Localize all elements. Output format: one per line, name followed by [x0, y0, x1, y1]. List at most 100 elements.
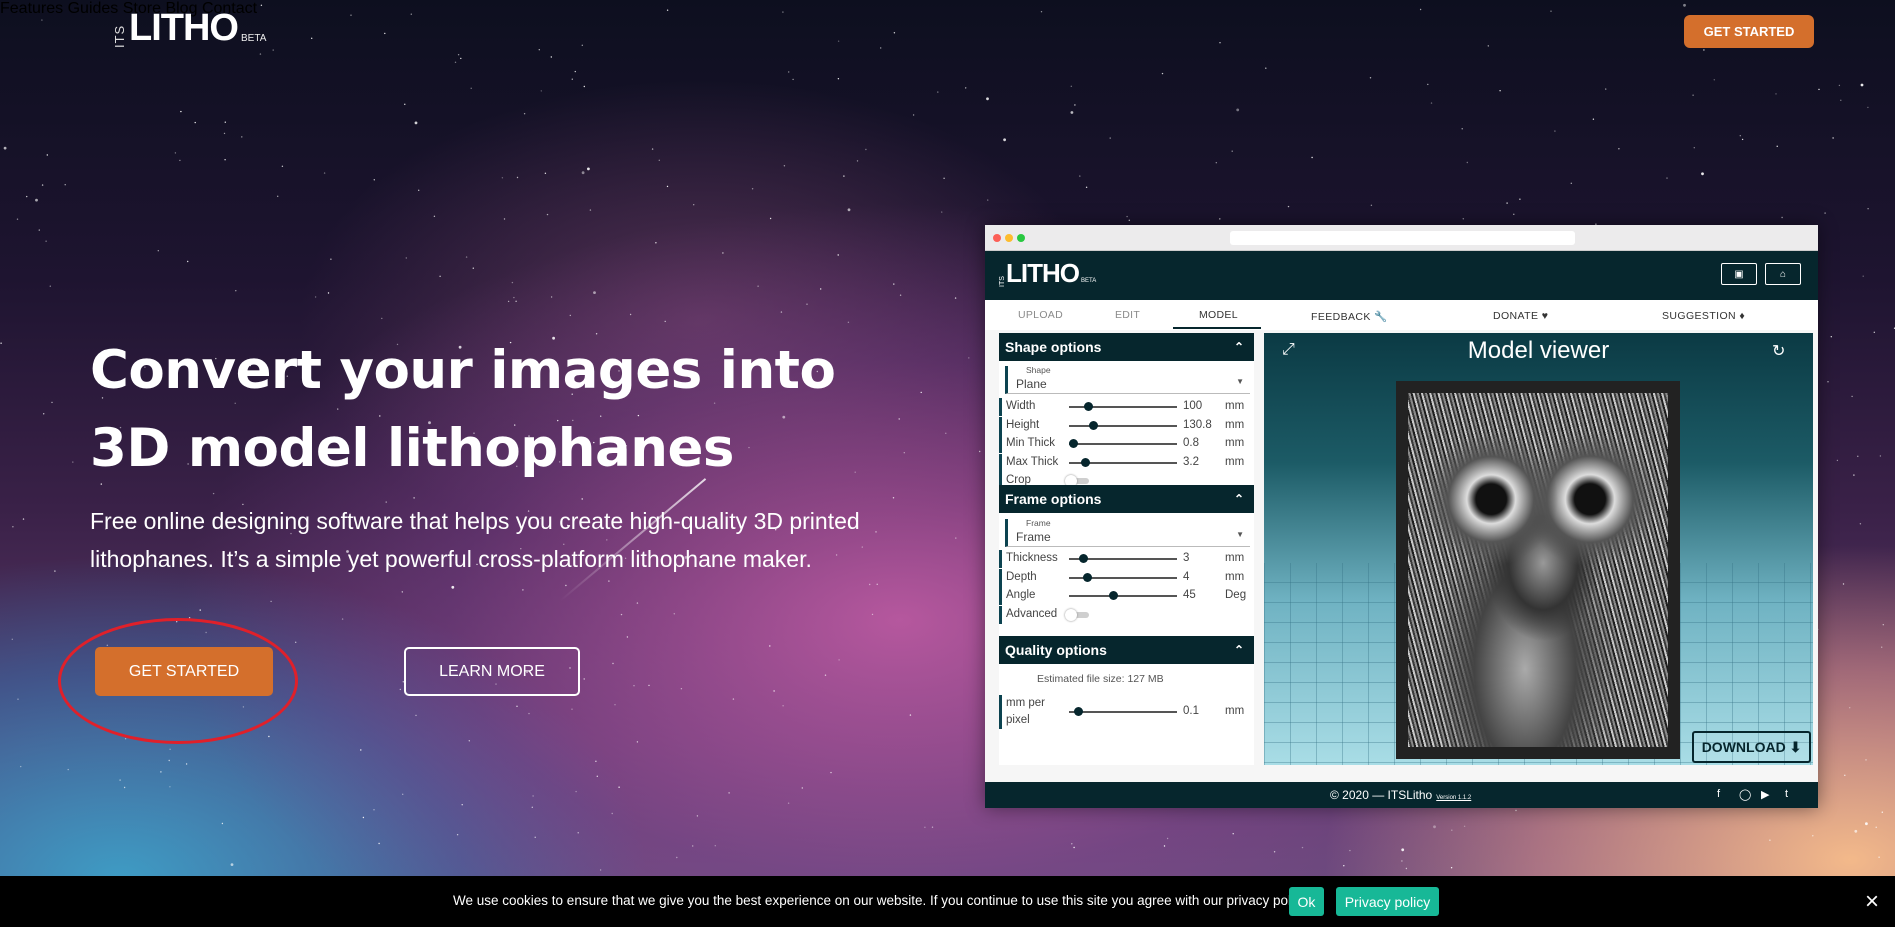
param-label: mm per pixel: [1006, 697, 1045, 726]
suggestion-label: SUGGESTION: [1662, 310, 1737, 322]
shape-value: Plane: [1016, 377, 1047, 391]
tab-edit: EDIT: [1115, 309, 1141, 321]
model-viewer: Model viewer ⤢ ↻ DOWNLOAD ⬇: [1264, 333, 1813, 765]
site-header: ITS LITHO BETA Features Guides Store Blo…: [0, 0, 1895, 62]
row-accent: [999, 550, 1002, 568]
row-accent: [999, 568, 1002, 587]
param-unit: mm: [1225, 455, 1245, 468]
instagram-icon: ◯: [1739, 789, 1752, 801]
download-icon: ⬇: [1789, 738, 1802, 755]
slider-knob: [1083, 572, 1092, 582]
collapse-icon: ⌃: [1233, 643, 1244, 657]
param-row: Thickness 3 mm: [999, 550, 1254, 568]
app-logo: ITS LITHO BETA: [999, 259, 1096, 287]
shape-select: Shape Plane ▼: [1005, 365, 1250, 394]
model-viewer-title: Model viewer: [1467, 337, 1610, 364]
logo-litho: LITHO: [129, 7, 239, 49]
row-accent: [999, 398, 1002, 416]
cookie-ok-button[interactable]: Ok: [1289, 887, 1324, 916]
app-footer: © 2020 — ITSLitho Version 1.1.2 f ◯ ▶ t: [985, 782, 1818, 808]
feedback-link: FEEDBACK 🔧: [1311, 310, 1388, 323]
toggle-row: Advanced: [999, 605, 1254, 624]
main-menu: Features Guides Store Blog Contact: [0, 0, 1895, 18]
cookie-message: We use cookies to ensure that we give yo…: [453, 893, 1311, 908]
logo-its: ITS: [112, 24, 127, 48]
param-label: Min Thick: [1006, 437, 1055, 449]
param-unit: mm: [1225, 418, 1245, 431]
slider-track: [1069, 443, 1177, 445]
maximize-dot: [1017, 234, 1025, 242]
slider-track: [1069, 711, 1177, 713]
param-label: Width: [1006, 400, 1036, 412]
home-icon: ⌂: [1765, 263, 1801, 285]
app-body: Shape options ⌃ Shape Plane ▼ Width 100 mm H…: [985, 330, 1818, 782]
copyright-text: © 2020 — ITSLitho: [1330, 788, 1433, 802]
shape-options-header: Shape options ⌃: [999, 333, 1254, 361]
twitter-icon: t: [1785, 788, 1789, 800]
shape-options-title: Shape options: [1005, 339, 1102, 355]
download-label: DOWNLOAD: [1701, 739, 1786, 755]
highlight-circle: [58, 618, 298, 744]
app-header: ITS LITHO BETA ▣ ⌂: [985, 251, 1818, 300]
param-label: Max Thick: [1006, 455, 1059, 468]
feedback-label: FEEDBACK: [1311, 311, 1371, 323]
cookie-banner: We use cookies to ensure that we give yo…: [0, 876, 1895, 927]
privacy-policy-button[interactable]: Privacy policy: [1336, 887, 1439, 916]
slider-knob: [1069, 439, 1078, 448]
tab-model: MODEL: [1199, 309, 1238, 321]
param-label: Angle: [1006, 589, 1036, 601]
lightbulb-icon: ♦: [1739, 310, 1746, 322]
param-label: Depth: [1006, 570, 1037, 583]
hero-subtitle: Free online designing software that help…: [90, 508, 860, 572]
slider-knob: [1079, 554, 1088, 563]
expand-icon: ⤢: [1282, 341, 1295, 358]
param-value: 4: [1183, 570, 1190, 583]
slider-knob: [1109, 591, 1118, 600]
close-icon[interactable]: ×: [1865, 888, 1879, 916]
donate-link: DONATE ♥: [1493, 310, 1548, 322]
logo-beta: BETA: [240, 33, 267, 44]
header-get-started-button[interactable]: GET STARTED: [1684, 15, 1814, 48]
tab-upload: UPLOAD: [1018, 309, 1063, 321]
settings-icon: ▣: [1721, 263, 1757, 285]
row-accent: [999, 605, 1002, 624]
nav-guides[interactable]: Guides: [68, 0, 119, 17]
param-unit: mm: [1225, 570, 1245, 583]
site-logo[interactable]: ITS LITHO BETA: [112, 8, 266, 48]
close-dot: [993, 234, 1001, 242]
collapse-icon: ⌃: [1233, 340, 1244, 354]
nav-features[interactable]: Features: [0, 0, 63, 17]
param-row: Min Thick 0.8 mm: [999, 435, 1254, 453]
lithophane-model: [1396, 381, 1680, 759]
youtube-icon: ▶: [1761, 789, 1770, 801]
frame-value: Frame: [1016, 530, 1051, 544]
param-label: Thickness: [1006, 552, 1058, 564]
param-row: mm per pixel 0.1 mm: [999, 695, 1254, 729]
frame-caption: Frame: [1026, 518, 1051, 528]
slider-track: [1069, 424, 1177, 427]
toggle-label: Advanced: [1006, 607, 1058, 620]
version-text: Version 1.1.2: [1436, 795, 1472, 801]
app-screenshot-mockup: ITS LITHO BETA ▣ ⌂ UPLOAD EDIT MODEL FEE…: [985, 225, 1818, 808]
app-tabs: UPLOAD EDIT MODEL FEEDBACK 🔧 DONATE ♥ SU…: [985, 300, 1818, 330]
learn-more-button[interactable]: LEARN MORE: [404, 647, 580, 696]
frame-options-title: Frame options: [1005, 491, 1102, 507]
slider-knob: [1074, 707, 1083, 716]
shape-caption: Shape: [1026, 365, 1051, 375]
row-accent: [999, 435, 1002, 453]
slider-knob: [1081, 457, 1090, 467]
slider-knob: [1084, 402, 1093, 411]
param-row: Width 100 mm: [999, 398, 1254, 416]
app-logo-litho: LITHO: [1006, 258, 1080, 288]
active-tab-indicator: [1173, 327, 1261, 329]
heart-icon: ♥: [1541, 310, 1549, 322]
param-value: 3: [1183, 552, 1190, 564]
param-row: Angle 45 Deg: [999, 587, 1254, 605]
refresh-icon: ↻: [1772, 343, 1786, 360]
slider-knob: [1089, 420, 1098, 430]
param-unit: mm: [1225, 400, 1245, 412]
row-accent: [999, 695, 1002, 729]
param-value: 0.8: [1183, 437, 1199, 449]
param-unit: mm: [1225, 437, 1245, 449]
chevron-down-icon: ▼: [1236, 530, 1244, 539]
